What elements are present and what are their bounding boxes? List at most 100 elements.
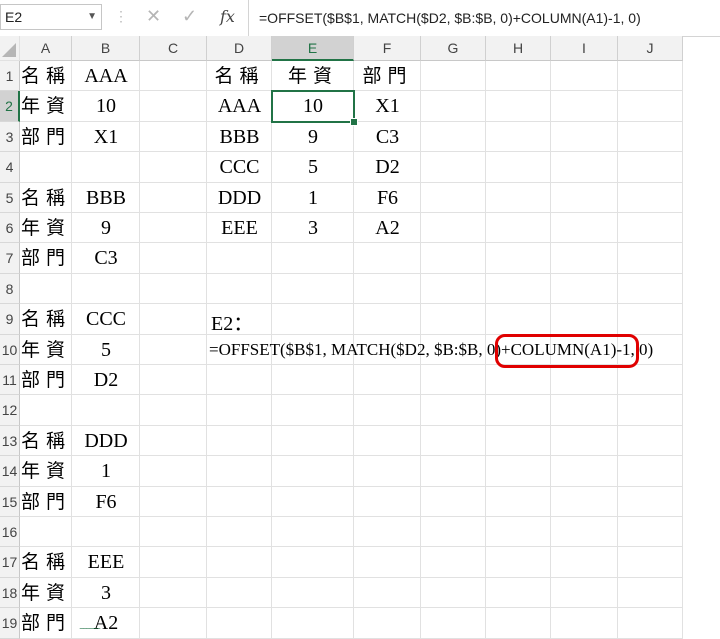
- cell-e17[interactable]: [272, 547, 354, 578]
- cell-e16[interactable]: [272, 517, 354, 548]
- cell-h7[interactable]: [486, 243, 551, 274]
- cell-i15[interactable]: [551, 486, 618, 517]
- cell-e8[interactable]: [272, 273, 354, 305]
- cell-f18[interactable]: [354, 577, 421, 609]
- cell-g16[interactable]: [421, 517, 486, 548]
- cell-j18[interactable]: [618, 577, 683, 609]
- cell-g13[interactable]: [421, 425, 486, 457]
- cell-c16[interactable]: [140, 517, 207, 548]
- cell-e19[interactable]: [272, 608, 354, 639]
- cell-d14[interactable]: [207, 456, 272, 487]
- cell-d19[interactable]: [207, 608, 272, 639]
- cell-i8[interactable]: [551, 273, 618, 305]
- cell-h16[interactable]: [486, 517, 551, 548]
- cell-c19[interactable]: [140, 608, 207, 639]
- row-header-14[interactable]: 14: [0, 456, 20, 487]
- cell-c14[interactable]: [140, 456, 207, 487]
- cell-i7[interactable]: [551, 243, 618, 274]
- row-header-5[interactable]: 5: [0, 182, 20, 213]
- row-header-3[interactable]: 3: [0, 121, 20, 153]
- column-header-g[interactable]: G: [421, 36, 486, 61]
- cell-b8[interactable]: [72, 273, 140, 305]
- cell-h6[interactable]: [486, 213, 551, 244]
- cell-f19[interactable]: [354, 608, 421, 639]
- cell-i6[interactable]: [551, 213, 618, 244]
- cell-c18[interactable]: [140, 577, 207, 609]
- cell-j2[interactable]: [618, 91, 683, 122]
- cell-g17[interactable]: [421, 547, 486, 578]
- row-header-8[interactable]: 8: [0, 273, 20, 305]
- cell-c4[interactable]: [140, 152, 207, 183]
- row-header-12[interactable]: 12: [0, 395, 20, 426]
- cell-c10[interactable]: [140, 334, 207, 365]
- column-header-a[interactable]: A: [20, 36, 72, 61]
- cell-d18[interactable]: [207, 577, 272, 609]
- cell-h5[interactable]: [486, 182, 551, 213]
- cell-h1[interactable]: [486, 61, 551, 92]
- cell-i14[interactable]: [551, 456, 618, 487]
- cell-f15[interactable]: [354, 486, 421, 517]
- cell-i4[interactable]: [551, 152, 618, 183]
- cell-i13[interactable]: [551, 425, 618, 457]
- cell-h4[interactable]: [486, 152, 551, 183]
- cell-i19[interactable]: [551, 608, 618, 639]
- cell-g2[interactable]: [421, 91, 486, 122]
- fill-handle[interactable]: [350, 117, 358, 126]
- cell-e15[interactable]: [272, 486, 354, 517]
- cell-c9[interactable]: [140, 304, 207, 335]
- cell-h9[interactable]: [486, 304, 551, 335]
- row-header-17[interactable]: 17: [0, 547, 20, 578]
- row-header-2[interactable]: 2: [0, 91, 20, 122]
- cell-j7[interactable]: [618, 243, 683, 274]
- cell-c8[interactable]: [140, 273, 207, 305]
- cell-a8[interactable]: [20, 273, 72, 305]
- cell-i12[interactable]: [551, 395, 618, 426]
- cell-h2[interactable]: [486, 91, 551, 122]
- cell-i16[interactable]: [551, 517, 618, 548]
- cell-f14[interactable]: [354, 456, 421, 487]
- cell-f9[interactable]: [354, 304, 421, 335]
- name-box[interactable]: E2 ▼: [0, 4, 102, 30]
- cell-j4[interactable]: [618, 152, 683, 183]
- cell-e14[interactable]: [272, 456, 354, 487]
- cell-d11[interactable]: [207, 365, 272, 396]
- cell-a12[interactable]: [20, 395, 72, 426]
- cell-c6[interactable]: [140, 213, 207, 244]
- cell-c2[interactable]: [140, 91, 207, 122]
- cell-j8[interactable]: [618, 273, 683, 305]
- cell-b16[interactable]: [72, 517, 140, 548]
- cell-i17[interactable]: [551, 547, 618, 578]
- chevron-down-icon[interactable]: ▼: [87, 5, 97, 29]
- cell-h18[interactable]: [486, 577, 551, 609]
- cell-g14[interactable]: [421, 456, 486, 487]
- column-header-b[interactable]: B: [72, 36, 140, 61]
- cell-j19[interactable]: [618, 608, 683, 639]
- cell-g6[interactable]: [421, 213, 486, 244]
- column-header-d[interactable]: D: [207, 36, 272, 61]
- row-header-10[interactable]: 10: [0, 334, 20, 365]
- row-header-18[interactable]: 18: [0, 577, 20, 609]
- cell-g9[interactable]: [421, 304, 486, 335]
- cell-b4[interactable]: [72, 152, 140, 183]
- cell-h15[interactable]: [486, 486, 551, 517]
- cell-h14[interactable]: [486, 456, 551, 487]
- cell-g7[interactable]: [421, 243, 486, 274]
- cell-h3[interactable]: [486, 121, 551, 153]
- cell-d8[interactable]: [207, 273, 272, 305]
- cell-j6[interactable]: [618, 213, 683, 244]
- cell-c5[interactable]: [140, 182, 207, 213]
- cell-d12[interactable]: [207, 395, 272, 426]
- cell-g19[interactable]: [421, 608, 486, 639]
- column-header-j[interactable]: J: [618, 36, 683, 61]
- cell-f12[interactable]: [354, 395, 421, 426]
- close-icon[interactable]: ✕: [146, 6, 161, 26]
- cell-i9[interactable]: [551, 304, 618, 335]
- cell-f8[interactable]: [354, 273, 421, 305]
- cell-g8[interactable]: [421, 273, 486, 305]
- cell-h17[interactable]: [486, 547, 551, 578]
- cell-h19[interactable]: [486, 608, 551, 639]
- select-all-corner[interactable]: [0, 36, 20, 61]
- cell-e9[interactable]: [272, 304, 354, 335]
- column-header-i[interactable]: I: [551, 36, 618, 61]
- cell-f13[interactable]: [354, 425, 421, 457]
